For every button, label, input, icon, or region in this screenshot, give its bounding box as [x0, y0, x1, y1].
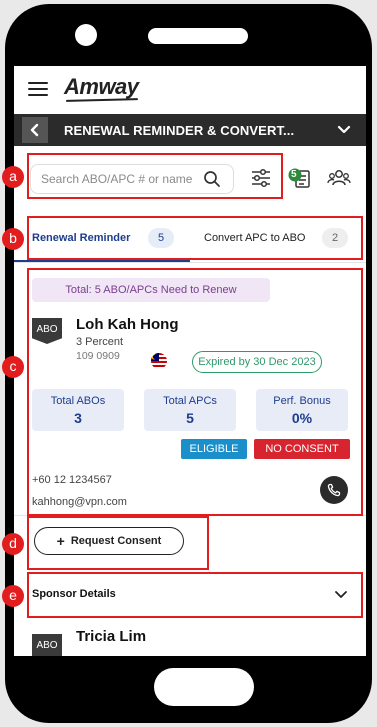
notification-count: 5 [291, 169, 297, 180]
team-group-icon[interactable] [327, 168, 351, 193]
annotation-label-c: c [2, 356, 24, 378]
phone-speaker [148, 28, 248, 44]
annotation-label-b: b [2, 228, 24, 250]
back-arrow-icon[interactable] [22, 117, 48, 143]
notification-list-icon[interactable]: 5 [288, 168, 314, 195]
home-button[interactable] [154, 668, 254, 706]
annotation-label-d: d [2, 533, 24, 555]
annotation-box-b [27, 216, 363, 260]
annotation-box-c [27, 268, 363, 516]
tab-divider [14, 262, 366, 263]
page-title: RENEWAL REMINDER & CONVERT... [64, 123, 295, 138]
amway-logo: Amway [64, 74, 139, 99]
annotation-label-a: a [2, 166, 24, 188]
chevron-down-icon[interactable] [336, 122, 352, 143]
annotation-box-e [27, 572, 363, 618]
front-camera [75, 24, 97, 46]
annotation-box-d [27, 516, 209, 570]
annotation-box-a [27, 153, 283, 199]
page-header-bar[interactable]: RENEWAL REMINDER & CONVERT... [14, 114, 366, 146]
annotation-label-e: e [2, 585, 24, 607]
abo-type-tag: ABO [32, 634, 62, 656]
top-bar: Amway [14, 66, 366, 108]
hamburger-menu-icon[interactable] [28, 82, 48, 96]
member-name[interactable]: Tricia Lim [76, 628, 146, 645]
